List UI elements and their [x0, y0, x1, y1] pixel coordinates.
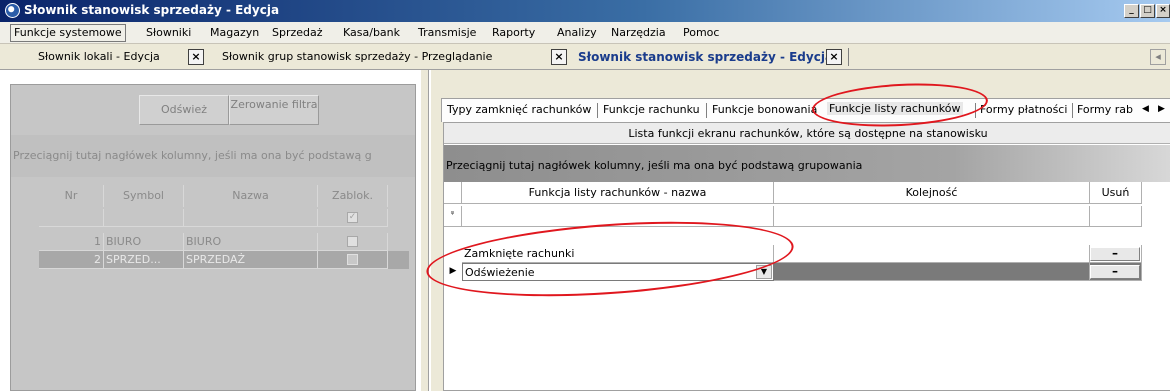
filter-checkbox[interactable]: ✓	[347, 212, 358, 223]
document-tabs: Słownik lokali - Edycja × Słownik grup s…	[0, 44, 1170, 70]
column-header-zablok[interactable]: Zablok.	[318, 185, 388, 207]
cell-zablok	[318, 251, 388, 269]
tab-separator	[848, 48, 849, 66]
menu-raporty[interactable]: Raporty	[492, 26, 535, 39]
cell-symbol: BIURO	[104, 233, 184, 251]
filter-cell[interactable]	[184, 209, 318, 227]
blocked-checkbox[interactable]	[347, 254, 358, 265]
tab-funkcje-bonowania[interactable]: Funkcje bonowania	[712, 103, 817, 116]
menu-transmisje[interactable]: Transmisje	[418, 26, 476, 39]
refresh-button[interactable]: Odśwież	[139, 95, 229, 125]
filter-row[interactable]: ✓	[39, 209, 409, 227]
menu-analizy[interactable]: Analizy	[557, 26, 597, 39]
menu-slowniki[interactable]: Słowniki	[146, 26, 191, 39]
cell-nazwa: SPRZEDAŻ	[184, 251, 318, 269]
delete-row-button[interactable]: –	[1090, 265, 1140, 279]
cell-delete: –	[1090, 245, 1142, 263]
filter-cell[interactable]: ✓	[318, 209, 388, 227]
app-icon	[5, 3, 20, 18]
scroll-left-icon[interactable]: ◂	[1150, 49, 1166, 65]
table-row[interactable]: 2 SPRZED... SPRZEDAŻ	[39, 251, 409, 269]
cell-symbol: SPRZED...	[104, 251, 184, 269]
table-row[interactable]: 1 BIURO BIURO	[39, 233, 409, 251]
window-title: Słownik stanowisk sprzedaży - Edycja	[24, 3, 280, 17]
column-header-delete[interactable]: Usuń	[1090, 182, 1142, 204]
menu-magazyn[interactable]: Magazyn	[210, 26, 259, 39]
minimize-button[interactable]: _	[1124, 4, 1139, 18]
filter-cell[interactable]	[1090, 206, 1142, 227]
grid-caption: Lista funkcji ekranu rachunków, które są…	[444, 123, 1170, 144]
menu-narzedzia[interactable]: Narzędzia	[611, 26, 666, 39]
menu-sprzedaz[interactable]: Sprzedaż	[272, 26, 323, 39]
close-tab-icon[interactable]: ×	[826, 49, 842, 65]
function-tabs: Typy zamknięć rachunków Funkcje rachunku…	[441, 98, 1170, 122]
cell-nr: 1	[39, 233, 104, 251]
menu-pomoc[interactable]: Pomoc	[683, 26, 719, 39]
reset-filter-button[interactable]: Zerowanie filtra	[229, 95, 319, 125]
row-indicator-header	[444, 182, 462, 204]
close-tab-icon[interactable]: ×	[188, 49, 204, 65]
menu-kasa-bank[interactable]: Kasa/bank	[343, 26, 400, 39]
left-pane: Odśwież Zerowanie filtra Przeciągnij tut…	[10, 84, 416, 391]
maximize-button[interactable]: □	[1140, 4, 1155, 18]
column-header-order[interactable]: Kolejność	[774, 182, 1090, 204]
menu-bar: Funkcje systemowe Słowniki Magazyn Sprze…	[0, 22, 1170, 44]
tab-separator	[597, 103, 598, 118]
filter-icon[interactable]: ᵩ	[444, 206, 462, 227]
cell-order[interactable]	[774, 263, 1090, 281]
tab-formy-platnosci[interactable]: Formy płatności	[980, 103, 1067, 116]
cell-order[interactable]	[774, 245, 1090, 263]
column-header-symbol[interactable]: Symbol	[104, 185, 184, 207]
close-tab-icon[interactable]: ×	[551, 49, 567, 65]
cell-nr: 2	[39, 251, 104, 269]
cell-zablok	[318, 233, 388, 251]
doc-tab-slownik-stanowisk[interactable]: Słownik stanowisk sprzedaży - Edycja	[578, 48, 833, 68]
tab-scroll-left-icon[interactable]: ◀	[1142, 104, 1149, 114]
filter-cell[interactable]	[39, 209, 104, 227]
column-header-nr[interactable]: Nr	[39, 185, 104, 207]
pane-splitter[interactable]	[420, 70, 429, 391]
doc-tab-slownik-lokali[interactable]: Słownik lokali - Edycja	[38, 48, 160, 68]
cell-nazwa: BIURO	[184, 233, 318, 251]
tab-typy-zamkniec[interactable]: Typy zamknięć rachunków	[447, 103, 591, 116]
menu-funkcje-systemowe[interactable]: Funkcje systemowe	[10, 24, 126, 42]
delete-row-button[interactable]: –	[1090, 247, 1140, 261]
filter-cell[interactable]	[774, 206, 1090, 227]
tab-separator	[1072, 103, 1073, 118]
blocked-checkbox[interactable]	[347, 236, 358, 247]
tab-funkcje-rachunku[interactable]: Funkcje rachunku	[603, 103, 700, 116]
title-bar: Słownik stanowisk sprzedaży - Edycja _ □…	[0, 0, 1170, 22]
close-button[interactable]: ×	[1156, 4, 1170, 18]
column-header-name[interactable]: Funkcja listy rachunków - nazwa	[462, 182, 774, 204]
filter-cell[interactable]	[104, 209, 184, 227]
group-by-area[interactable]: Przeciągnij tutaj nagłówek kolumny, jeśl…	[444, 145, 1170, 182]
cell-delete: –	[1090, 263, 1142, 281]
group-by-area[interactable]: Przeciągnij tutaj nagłówek kolumny, jeśl…	[11, 135, 415, 177]
tab-formy-rab[interactable]: Formy rab	[1077, 103, 1133, 116]
tab-separator	[706, 103, 707, 118]
column-header-nazwa[interactable]: Nazwa	[184, 185, 318, 207]
doc-tab-slownik-grup[interactable]: Słownik grup stanowisk sprzedaży - Przeg…	[222, 48, 492, 68]
tab-scroll-right-icon[interactable]: ▶	[1158, 104, 1165, 114]
